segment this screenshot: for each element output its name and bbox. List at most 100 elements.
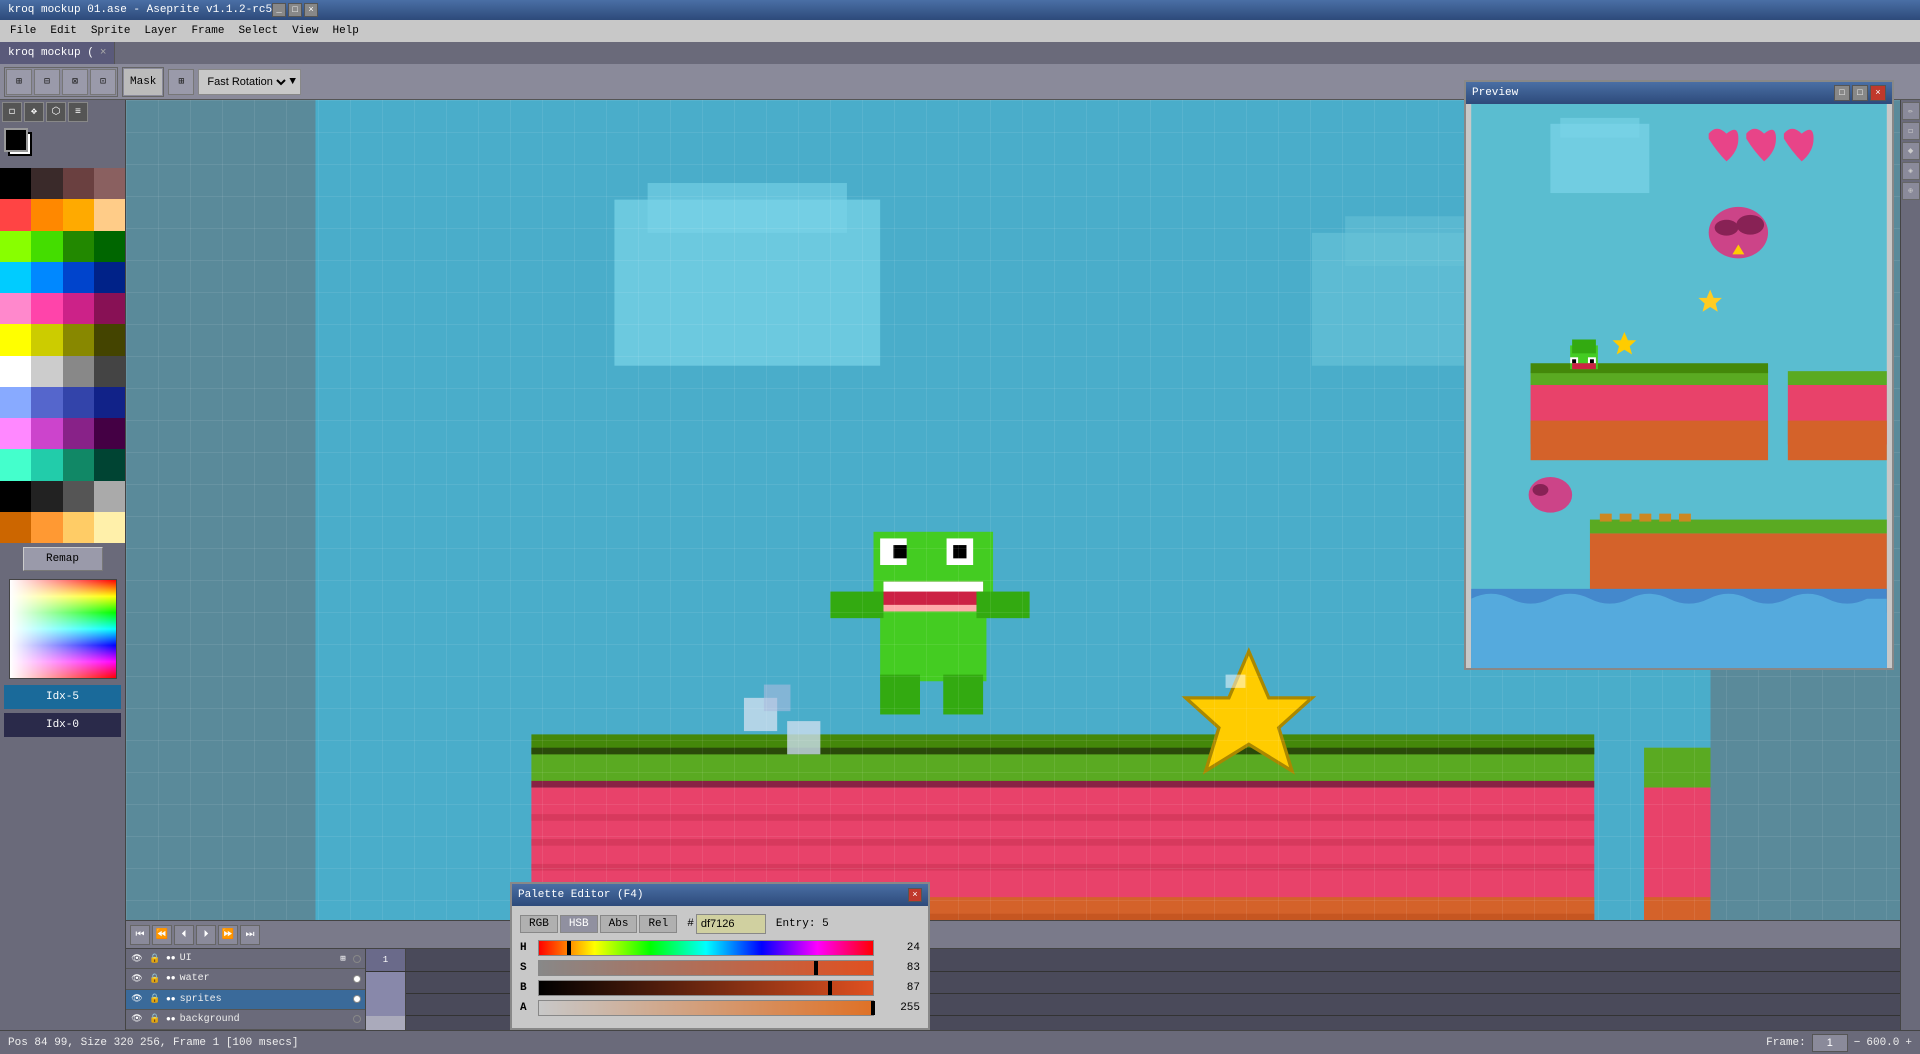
palette-color-12[interactable] [0,262,31,293]
palette-color-35[interactable] [94,418,125,449]
palette-color-16[interactable] [0,293,31,324]
preview-window-controls[interactable]: □ □ × [1834,85,1886,101]
layer-lock-icon[interactable]: 🔒 [148,972,162,986]
palette-color-7[interactable] [94,199,125,230]
h-slider-thumb[interactable] [567,941,571,955]
tool-eraser[interactable]: ◻ [1902,122,1920,140]
palette-color-45[interactable] [31,512,62,543]
remap-button[interactable]: Remap [23,547,103,571]
menu-help[interactable]: Help [326,23,364,39]
pe-tab-rel[interactable]: Rel [639,915,677,933]
palette-color-17[interactable] [31,293,62,324]
palette-color-34[interactable] [63,418,94,449]
palette-color-26[interactable] [63,356,94,387]
document-tab[interactable]: kroq mockup ( × [0,42,115,64]
rotation-algorithm-select[interactable]: Fast Rotation RotSprite [203,75,289,89]
timeline-prev-frame[interactable]: ⏪ [152,925,172,945]
frame-1-header[interactable]: 1 [366,949,406,971]
palette-color-44[interactable] [0,512,31,543]
timeline-end[interactable]: ⏭ [240,925,260,945]
tool-pencil[interactable]: ✏ [1902,102,1920,120]
maximize-button[interactable]: □ [288,3,302,17]
tool-options[interactable]: ≡ [68,102,88,122]
rotation-select-container[interactable]: Fast Rotation RotSprite ▼ [198,69,301,95]
palette-color-15[interactable] [94,262,125,293]
layer-expand-icon[interactable]: ●● [166,954,176,963]
palette-color-46[interactable] [63,512,94,543]
palette-color-6[interactable] [63,199,94,230]
timeline-play[interactable]: ⏵ [196,925,216,945]
palette-color-33[interactable] [31,418,62,449]
layer-visibility-icon[interactable]: 👁 [130,1012,144,1026]
tool-eyedropper[interactable]: ◈ [1902,162,1920,180]
pe-tab-rgb[interactable]: RGB [520,915,558,933]
layer-visibility-icon[interactable]: 👁 [130,992,144,1006]
timeline-step-back[interactable]: ⏴ [174,925,194,945]
fg-color-swatch[interactable] [4,128,28,152]
palette-color-42[interactable] [63,481,94,512]
palette-color-36[interactable] [0,449,31,480]
timeline-rewind[interactable]: ⏮ [130,925,150,945]
frame-number-input[interactable] [1812,1034,1848,1052]
layer-lock-icon[interactable]: 🔒 [148,1012,162,1026]
preview-title-bar[interactable]: Preview □ □ × [1466,82,1892,104]
color-spectrum[interactable] [9,579,117,679]
palette-color-41[interactable] [31,481,62,512]
transform-btn-4[interactable]: ⊡ [90,69,116,95]
layer-expand-icon[interactable]: ●● [166,995,176,1004]
palette-color-13[interactable] [31,262,62,293]
palette-color-38[interactable] [63,449,94,480]
hex-color-input[interactable] [696,914,766,934]
palette-color-37[interactable] [31,449,62,480]
palette-color-39[interactable] [94,449,125,480]
palette-color-47[interactable] [94,512,125,543]
palette-color-28[interactable] [0,387,31,418]
s-slider[interactable] [538,960,874,976]
transform-btn-1[interactable]: ⊞ [6,69,32,95]
palette-color-22[interactable] [63,324,94,355]
tool-zoom[interactable]: ⊕ [1902,182,1920,200]
layer-visibility-icon[interactable]: 👁 [130,972,144,986]
menu-view[interactable]: View [286,23,324,39]
layer-background[interactable]: 👁 🔒 ●● background [126,1010,365,1030]
menu-select[interactable]: Select [232,23,284,39]
palette-color-40[interactable] [0,481,31,512]
b-slider-thumb[interactable] [828,981,832,995]
minimize-button[interactable]: _ [272,3,286,17]
palette-color-32[interactable] [0,418,31,449]
palette-color-4[interactable] [0,199,31,230]
pe-tab-hsb[interactable]: HSB [560,915,598,933]
palette-color-21[interactable] [31,324,62,355]
palette-color-1[interactable] [31,168,62,199]
layer-expand-icon[interactable]: ●● [166,1015,176,1024]
menu-layer[interactable]: Layer [138,23,183,39]
palette-color-3[interactable] [94,168,125,199]
preview-maximize-button[interactable]: □ [1852,85,1868,101]
palette-color-10[interactable] [63,231,94,262]
b-slider[interactable] [538,980,874,996]
a-slider[interactable] [538,1000,874,1016]
layer-ui[interactable]: 👁 🔒 ●● UI ⊞ [126,949,365,969]
tool-lasso[interactable]: ⬡ [46,102,66,122]
a-slider-thumb[interactable] [871,1001,875,1015]
menu-edit[interactable]: Edit [44,23,82,39]
layer-sprites[interactable]: 👁 🔒 ●● sprites [126,990,365,1010]
palette-editor-title-bar[interactable]: Palette Editor (F4) × [512,884,928,906]
zoom-plus-button[interactable]: + [1905,1037,1912,1049]
layer-lock-icon[interactable]: 🔒 [148,992,162,1006]
zoom-minus-button[interactable]: − [1854,1037,1861,1049]
palette-color-19[interactable] [94,293,125,324]
layer-visibility-icon[interactable]: 👁 [130,952,144,966]
pe-tab-abs[interactable]: Abs [600,915,638,933]
menu-sprite[interactable]: Sprite [85,23,137,39]
palette-color-14[interactable] [63,262,94,293]
title-bar-controls[interactable]: _ □ × [272,3,318,17]
grid-toggle-btn[interactable]: ⊞ [168,69,194,95]
layer-lock-icon[interactable]: 🔒 [148,952,162,966]
palette-color-2[interactable] [63,168,94,199]
palette-color-43[interactable] [94,481,125,512]
layer-expand-icon[interactable]: ●● [166,974,176,983]
palette-color-29[interactable] [31,387,62,418]
s-slider-thumb[interactable] [814,961,818,975]
palette-editor-close-button[interactable]: × [908,888,922,902]
